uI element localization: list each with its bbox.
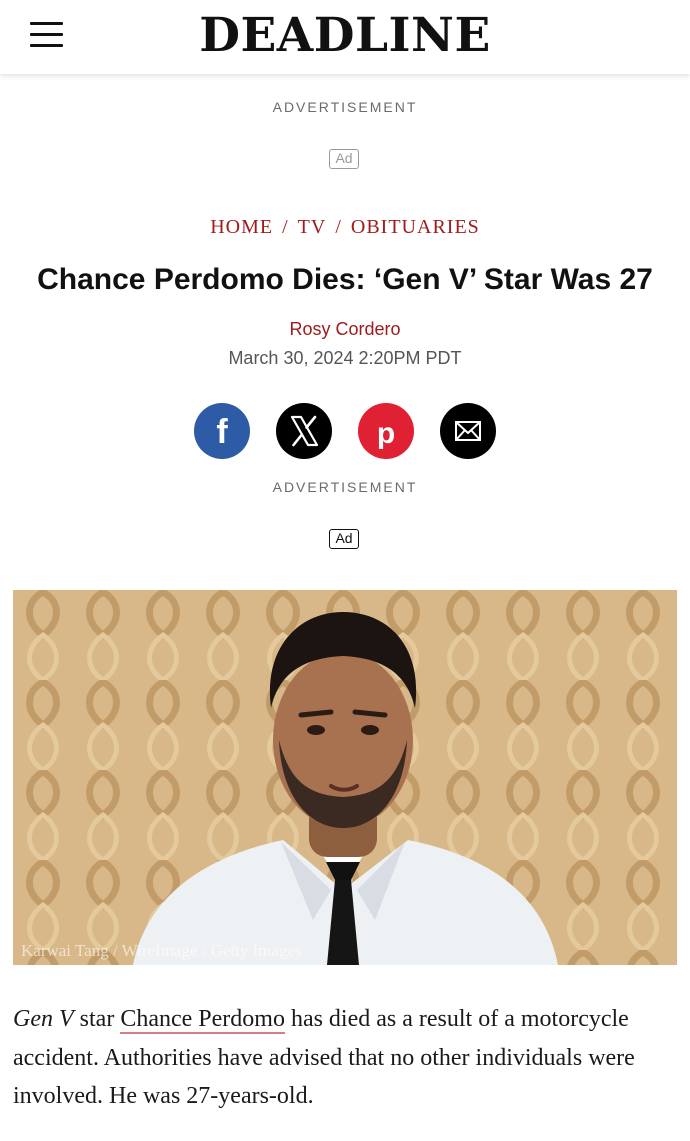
body-text-segment: star — [73, 1006, 121, 1032]
svg-text:p: p — [377, 417, 395, 450]
breadcrumb-home[interactable]: HOME — [210, 216, 273, 238]
show-title: Gen V — [13, 1006, 74, 1032]
chance-perdomo-portrait — [13, 590, 677, 965]
email-share-button[interactable] — [440, 403, 496, 459]
chance-perdomo-link[interactable]: Chance Perdomo — [120, 1006, 285, 1034]
site-logo[interactable]: DEADLINE — [0, 8, 690, 63]
ad-badge[interactable]: Ad — [329, 149, 359, 169]
advertisement-label: ADVERTISEMENT — [272, 479, 418, 495]
breadcrumb: HOME / TV / OBITUARIES — [0, 216, 690, 239]
advertisement-label: ADVERTISEMENT — [272, 99, 418, 115]
pinterest-share-button[interactable]: p — [358, 403, 414, 459]
facebook-share-button[interactable]: f — [194, 403, 250, 459]
publish-date: March 30, 2024 2:20PM PDT — [228, 348, 462, 368]
svg-text:f: f — [216, 413, 228, 451]
ad-badge[interactable]: Ad — [329, 529, 359, 549]
breadcrumb-separator: / — [282, 216, 289, 238]
breadcrumb-separator: / — [335, 216, 342, 238]
facebook-icon: f — [216, 413, 228, 451]
article-headline: Chance Perdomo Dies: ‘Gen V’ Star Was 27 — [37, 263, 653, 296]
author-link[interactable]: Rosy Cordero — [0, 319, 690, 340]
breadcrumb-tv[interactable]: TV — [298, 216, 327, 238]
x-icon — [290, 415, 319, 447]
breadcrumb-obituaries[interactable]: OBITUARIES — [351, 216, 480, 238]
email-icon — [455, 421, 481, 441]
pinterest-icon: p — [377, 417, 395, 450]
article-photo[interactable]: Karwai Tang / WireImage / Getty Images — [13, 590, 677, 965]
article-body: Gen V star Chance Perdomo has died as a … — [13, 1000, 678, 1116]
photo-credit: Karwai Tang / WireImage / Getty Images — [21, 941, 302, 960]
site-header: DEADLINE — [0, 0, 690, 74]
x-share-button[interactable] — [276, 403, 332, 459]
